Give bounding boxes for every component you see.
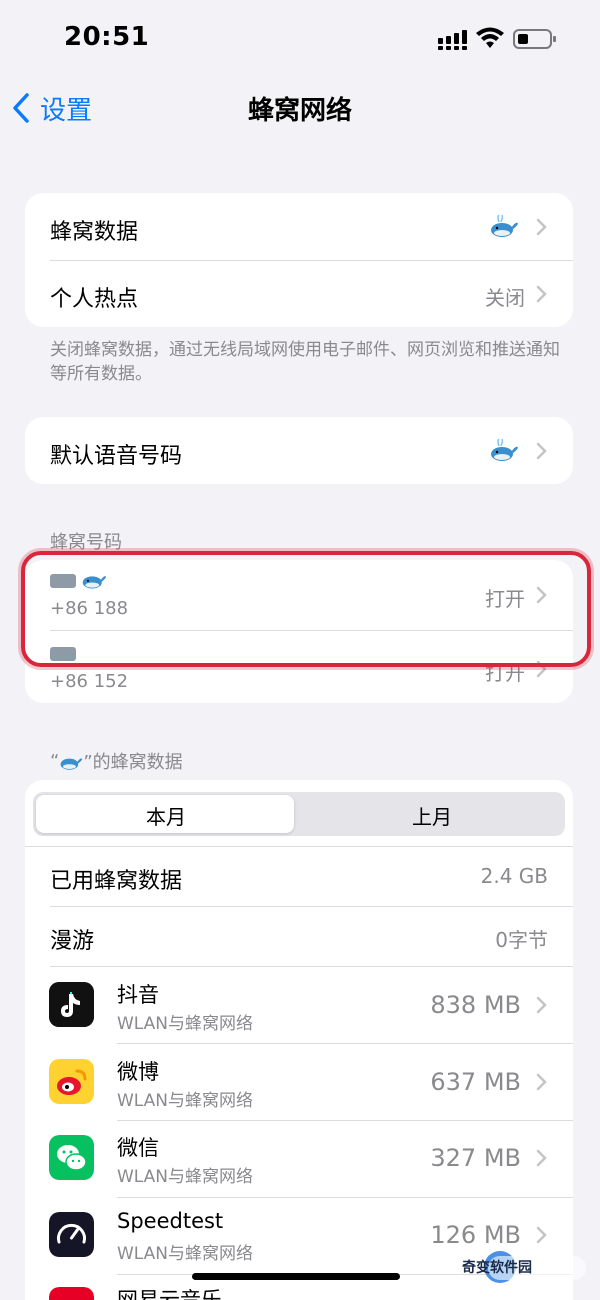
app-row-douyin[interactable]: 抖音 WLAN与蜂窝网络 838 MB [25,967,573,1043]
douyin-icon [49,982,94,1027]
home-indicator [192,1273,400,1280]
row-value: 关闭 [485,286,525,310]
chevron-right-icon [536,218,547,236]
whale-emoji-icon [60,758,83,770]
phone-number: +86 152 [50,671,129,692]
app-subtitle: WLAN与蜂窝网络 [117,1091,254,1111]
row-personal-hotspot[interactable]: 个人热点 关闭 [25,260,573,327]
row-label: 已用蜂窝数据 [50,869,183,894]
app-name: 网易云音乐 [117,1288,222,1300]
status-bar: 20:51 [0,0,600,80]
app-usage: 838 MB [430,991,521,1019]
chevron-right-icon [536,996,547,1014]
app-subtitle: WLAN与蜂窝网络 [117,1244,254,1264]
row-cellular-data[interactable]: 蜂窝数据 [25,193,573,260]
status-time: 20:51 [64,22,150,52]
whale-emoji-icon [491,438,518,461]
row-label: 默认语音号码 [50,444,183,469]
app-subtitle: WLAN与蜂窝网络 [117,1167,254,1187]
app-name: 微信 [117,1136,159,1160]
chevron-right-icon [536,1226,547,1244]
highlight-annotation [21,551,591,667]
weibo-icon [49,1059,94,1104]
row-value: 0字节 [495,928,548,952]
row-roaming: 漫游 0字节 [25,906,573,966]
app-name: 微博 [117,1060,159,1084]
usage-card: 本月 上月 已用蜂窝数据 2.4 GB 漫游 0字节 抖音 WLAN与蜂窝网络 … [25,780,573,1300]
app-usage: 327 MB [430,1144,521,1172]
row-value: 2.4 GB [480,864,548,888]
app-subtitle: WLAN与蜂窝网络 [117,1014,254,1034]
whale-emoji-icon [491,214,518,237]
netease-music-icon [49,1287,94,1300]
period-segmented-control: 本月 上月 [33,792,565,836]
app-row-wechat[interactable]: 微信 WLAN与蜂窝网络 327 MB [25,1121,573,1197]
wifi-icon [476,27,504,48]
row-label: 个人热点 [50,287,139,312]
row-default-voice-line[interactable]: 默认语音号码 [25,417,573,484]
page-title: 蜂窝网络 [247,96,352,126]
chevron-right-icon [536,285,547,303]
row-label: 漫游 [50,929,95,954]
cellular-settings-card: 蜂窝数据 个人热点 关闭 [25,193,573,327]
app-usage: 126 MB [430,1221,521,1249]
chevron-right-icon [536,1073,547,1091]
default-voice-card: 默认语音号码 [25,417,573,484]
chevron-right-icon [536,1149,547,1167]
chevron-right-icon [536,442,547,460]
watermark-text: 奇变软件园 [462,1260,532,1276]
tab-last-month[interactable]: 上月 [299,801,565,830]
quote-open: “ [50,750,60,772]
cellular-signal-icon [438,30,467,50]
row-label: 蜂窝数据 [50,220,139,245]
battery-icon [513,29,556,49]
wechat-icon [49,1135,94,1180]
section-header-usage: “ ”的蜂窝数据 [50,748,183,774]
app-usage: 637 MB [430,1068,521,1096]
app-row-weibo[interactable]: 微博 WLAN与蜂窝网络 637 MB [25,1044,573,1120]
row-used-cellular-data: 已用蜂窝数据 2.4 GB [25,846,573,906]
app-name: 抖音 [117,983,159,1007]
app-name: Speedtest [117,1209,224,1233]
tab-this-month[interactable]: 本月 [33,801,299,830]
cellular-data-footer: 关闭蜂窝数据，通过无线局域网使用电子邮件、网页浏览和推送通知等所有数据。 [50,340,560,384]
navigation-bar: 设置 蜂窝网络 [0,80,600,136]
header-suffix: ”的蜂窝数据 [83,752,183,773]
speedtest-icon [49,1212,94,1257]
